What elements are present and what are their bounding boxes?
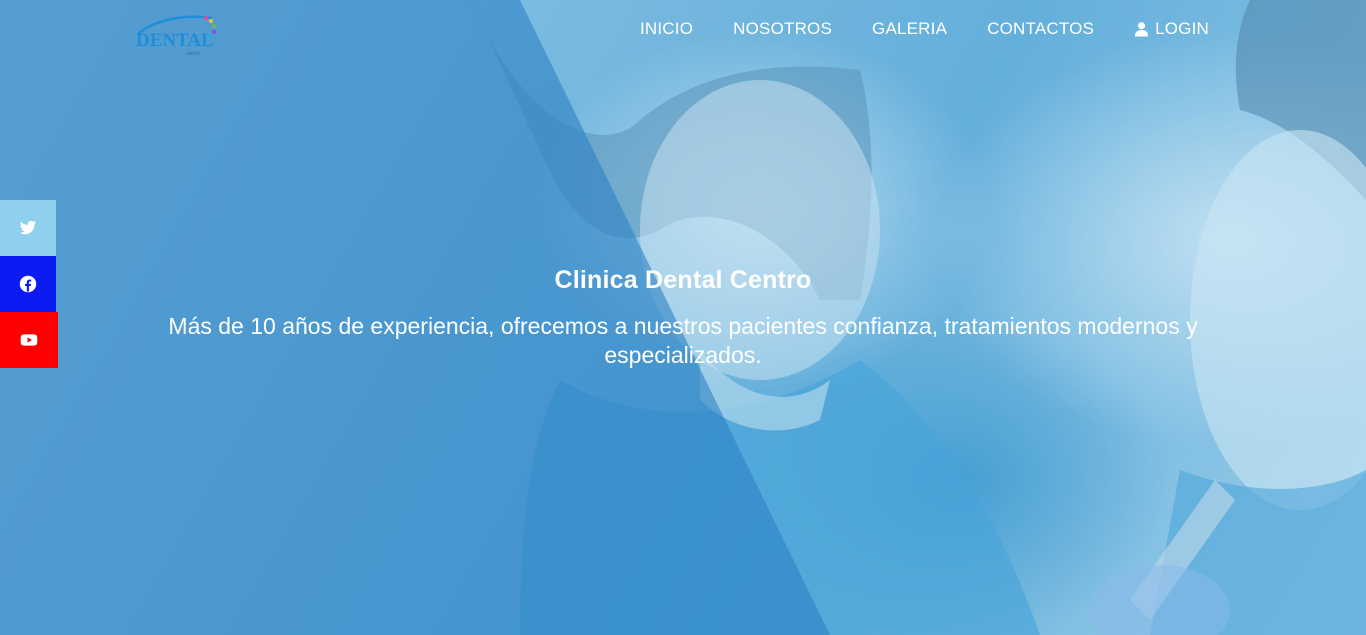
- nav-item-label: CONTACTOS: [987, 19, 1095, 38]
- twitter-icon: [19, 220, 37, 235]
- logo-text: DENTAL: [136, 30, 214, 51]
- hero-title: Clinica Dental Centro: [554, 266, 812, 294]
- nav-item-label: NOSOTROS: [733, 19, 833, 38]
- nav-item-label: INICIO: [639, 19, 694, 38]
- facebook-icon: [19, 275, 37, 293]
- youtube-button[interactable]: [0, 312, 58, 368]
- youtube-icon: [20, 334, 38, 346]
- site-header: DENTAL centro INICIO NOSOTROS GALERIA CO…: [0, 0, 1366, 60]
- hero-subtitle: Más de 10 años de experiencia, ofrecemos…: [168, 313, 1198, 368]
- social-bar: [0, 200, 58, 368]
- main-nav: INICIO NOSOTROS GALERIA CONTACTOS LOGIN: [640, 18, 1209, 40]
- nav-item-inicio[interactable]: INICIO: [640, 18, 693, 40]
- facebook-button[interactable]: [0, 256, 56, 312]
- twitter-button[interactable]: [0, 200, 56, 256]
- logo[interactable]: DENTAL centro: [134, 12, 222, 58]
- nav-item-nosotros[interactable]: NOSOTROS: [733, 18, 832, 40]
- nav-item-label: LOGIN: [1155, 19, 1209, 38]
- nav-item-label: GALERIA: [872, 19, 948, 38]
- nav-item-login[interactable]: LOGIN: [1134, 18, 1209, 40]
- nav-item-contactos[interactable]: CONTACTOS: [987, 18, 1094, 40]
- nav-item-galeria[interactable]: GALERIA: [872, 18, 947, 40]
- user-icon: [1135, 22, 1149, 37]
- logo-subtext: centro: [186, 51, 200, 57]
